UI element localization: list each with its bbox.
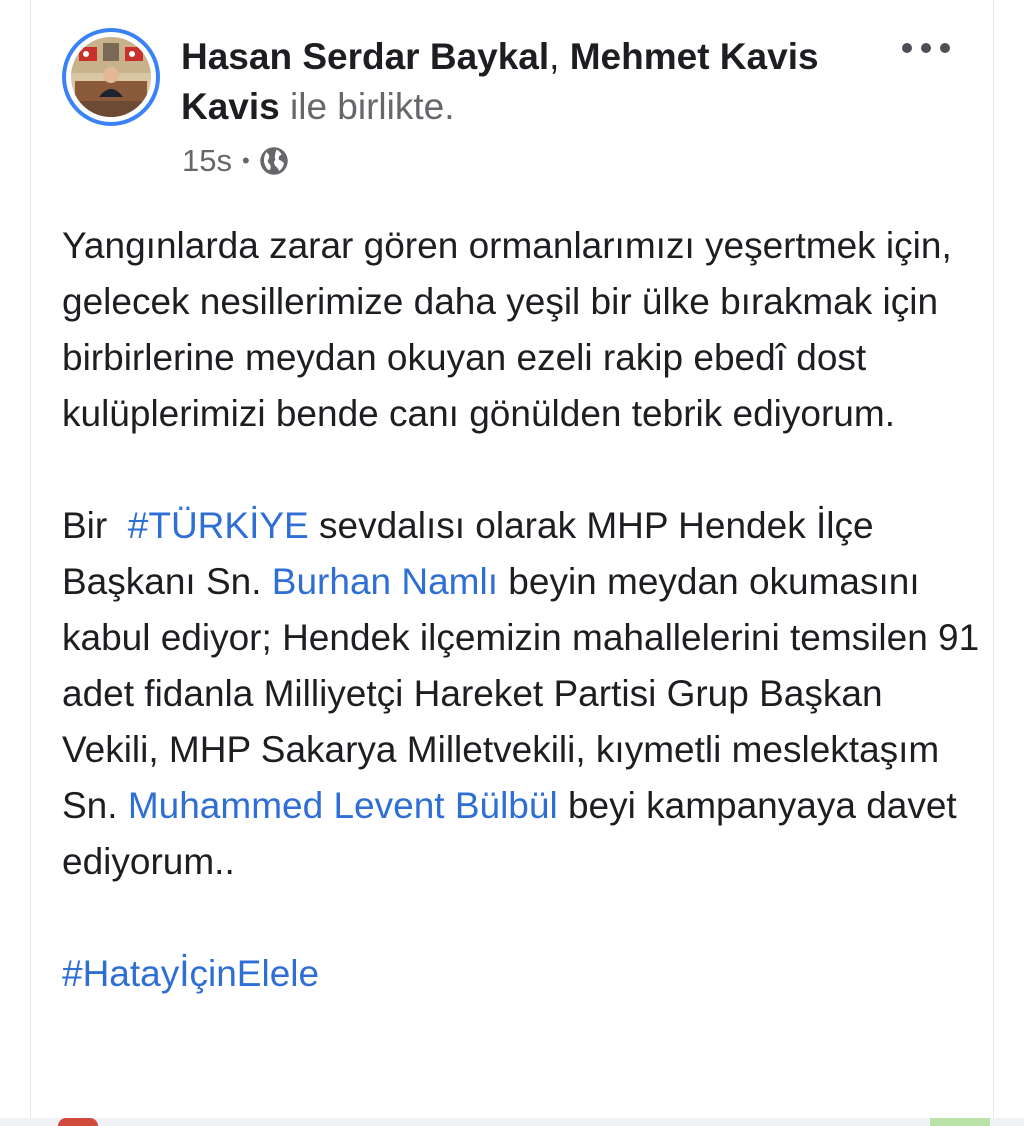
post-paragraph: Yangınlarda zarar gören ormanlarımızı ye…	[62, 225, 963, 434]
post-paragraph: #HatayİçinElele	[62, 946, 982, 1002]
more-dot	[940, 43, 950, 53]
post-header-title: Hasan Serdar Baykal, Mehmet Kavis Kavis …	[181, 32, 821, 132]
avatar-photo	[71, 37, 151, 117]
post-timestamp[interactable]: 15s	[182, 143, 232, 179]
post-meta: 15s •	[182, 141, 289, 181]
mention-link[interactable]: Burhan Namlı	[272, 561, 498, 602]
post-paragraph: Bir #TÜRKİYE sevdalısı olarak MHP Hendek…	[62, 498, 982, 890]
next-post-image	[930, 1118, 990, 1126]
next-post-peek	[0, 1118, 1024, 1126]
with-text: ile birlikte.	[279, 86, 455, 127]
more-dot	[902, 43, 912, 53]
more-dot	[921, 43, 931, 53]
mention-link[interactable]: Muhammed Levent Bülbül	[128, 785, 558, 826]
more-options-icon[interactable]	[902, 36, 950, 60]
meta-separator: •	[241, 148, 250, 173]
avatar-frame	[66, 32, 156, 122]
globe-icon	[259, 147, 288, 175]
hashtag-link[interactable]: #TÜRKİYE	[128, 505, 309, 546]
author-name-link[interactable]: Hasan Serdar Baykal	[181, 36, 549, 77]
text-segment: Bir	[62, 505, 128, 546]
post-body: Yangınlarda zarar gören ormanlarımızı ye…	[62, 218, 982, 1002]
next-post-image	[58, 1118, 98, 1126]
author-avatar[interactable]	[62, 28, 160, 126]
author-separator: ,	[549, 36, 570, 77]
hashtag-link[interactable]: #HatayİçinElele	[62, 953, 319, 994]
